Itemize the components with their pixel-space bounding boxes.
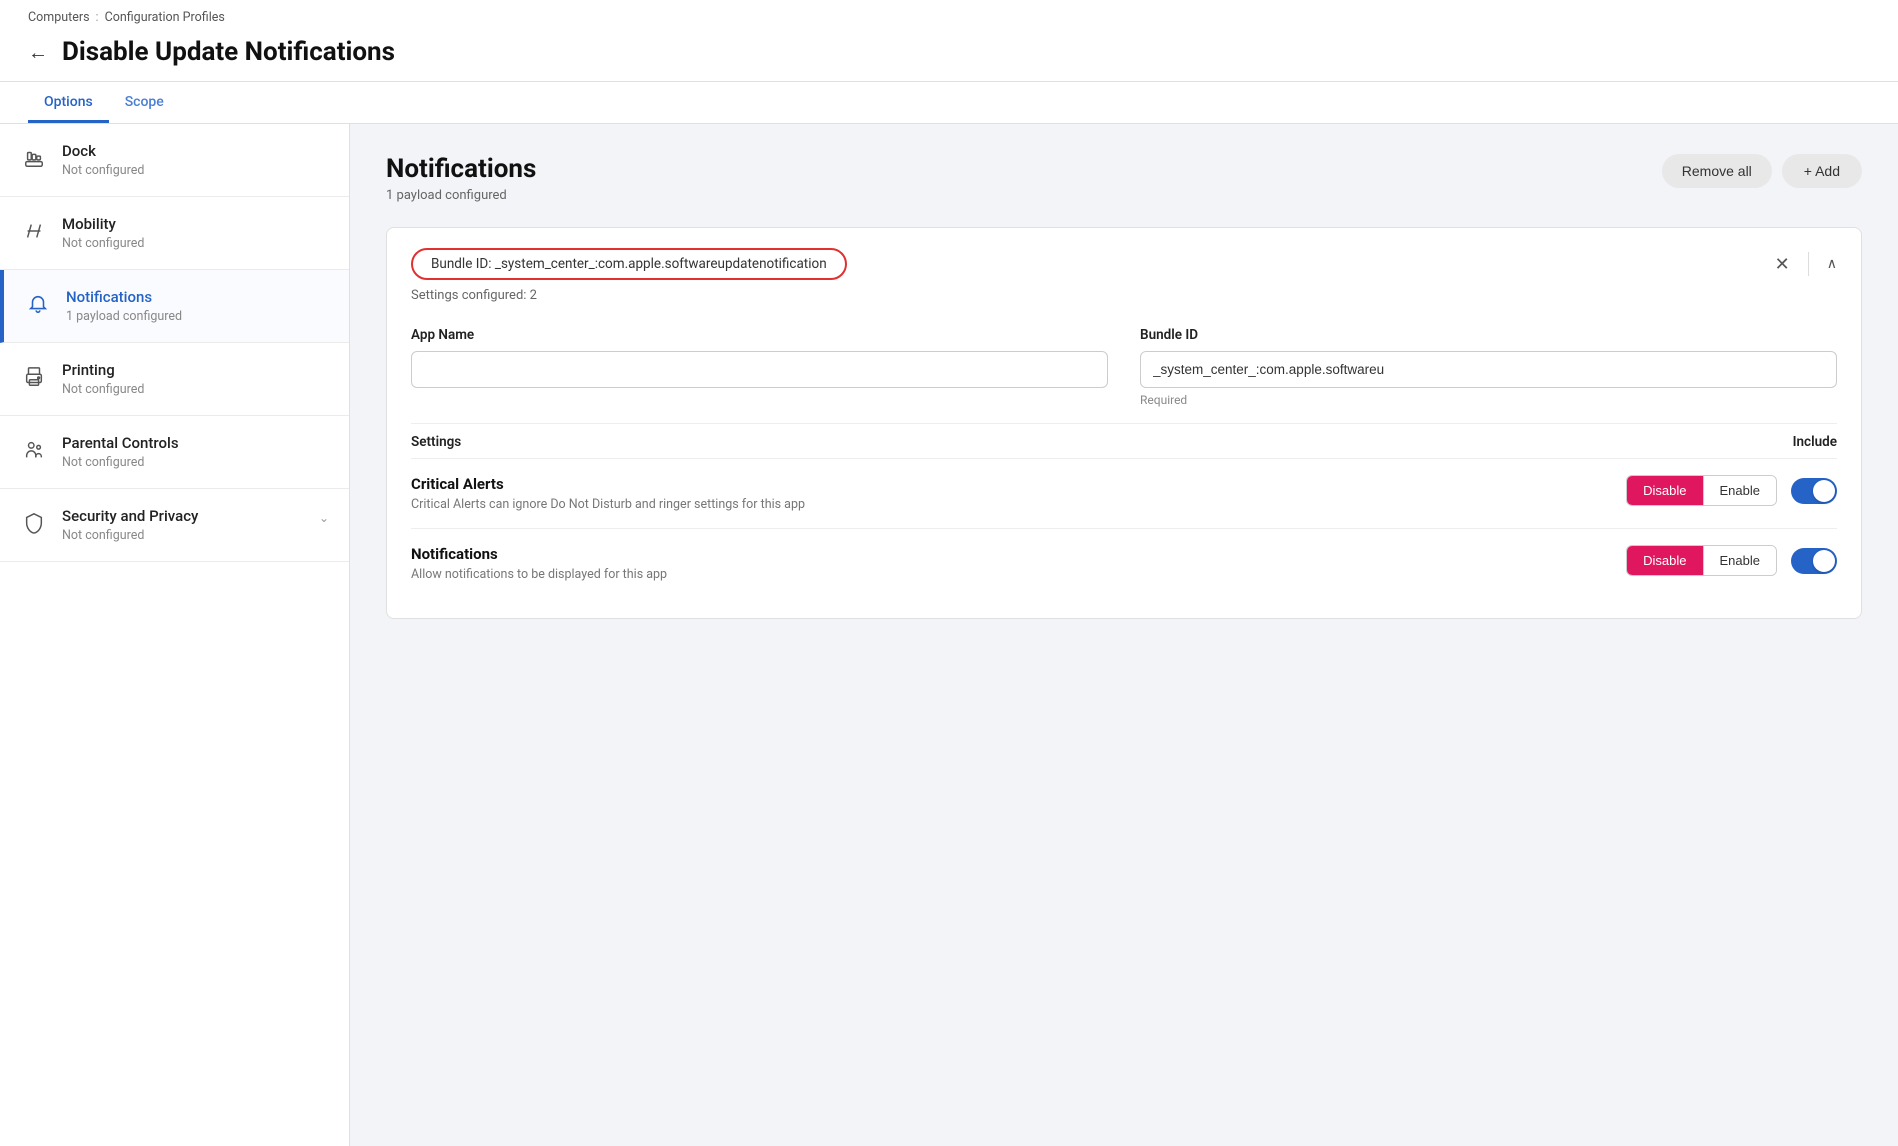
dock-icon [20, 144, 48, 172]
critical-alerts-enable-button[interactable]: Enable [1703, 476, 1776, 505]
settings-table-header: Settings Include [411, 423, 1837, 458]
dock-item-text: Dock Not configured [62, 142, 329, 178]
printing-title: Printing [62, 361, 329, 379]
form-row: App Name Bundle ID Required [411, 319, 1837, 407]
critical-alerts-title: Critical Alerts [411, 475, 1626, 493]
notifications-setting-row: Notifications Allow notifications to be … [411, 528, 1837, 598]
notifications-item-text: Notifications 1 payload configured [66, 288, 329, 324]
app-name-label: App Name [411, 327, 1108, 343]
notifications-enable-button[interactable]: Enable [1703, 546, 1776, 575]
header-actions: Remove all + Add [1662, 154, 1862, 188]
bundle-row: Bundle ID: _system_center_:com.apple.sof… [411, 248, 1837, 280]
notifications-setting-left: Notifications Allow notifications to be … [411, 545, 1626, 582]
critical-alerts-inner: Critical Alerts Critical Alerts can igno… [411, 475, 1837, 512]
printing-subtitle: Not configured [62, 382, 329, 397]
remove-all-button[interactable]: Remove all [1662, 154, 1772, 188]
critical-alerts-desc: Critical Alerts can ignore Do Not Distur… [411, 497, 1626, 512]
mobility-item-text: Mobility Not configured [62, 215, 329, 251]
chevron-down-icon: ⌄ [319, 511, 329, 525]
mobility-title: Mobility [62, 215, 329, 233]
sidebar-item-notifications[interactable]: Notifications 1 payload configured [0, 270, 349, 343]
section-title-block: Notifications 1 payload configured [386, 154, 536, 203]
notifications-disable-button[interactable]: Disable [1627, 546, 1702, 575]
security-icon [20, 509, 48, 537]
bundle-actions: ✕ ∧ [1775, 252, 1837, 276]
breadcrumb-config-profiles: Configuration Profiles [105, 10, 225, 25]
critical-alerts-right: Disable Enable [1626, 475, 1837, 506]
tab-scope[interactable]: Scope [109, 82, 180, 123]
parental-controls-subtitle: Not configured [62, 455, 329, 470]
sidebar: Dock Not configured Mobility Not configu… [0, 124, 350, 1146]
security-item-text: Security and Privacy Not configured [62, 507, 305, 543]
notifications-dis-en-group: Disable Enable [1626, 545, 1777, 576]
notifications-title: Notifications [66, 288, 329, 306]
printing-item-text: Printing Not configured [62, 361, 329, 397]
bundle-id-label: Bundle ID [1140, 327, 1837, 343]
close-icon[interactable]: ✕ [1775, 254, 1790, 275]
sidebar-item-parental-controls[interactable]: Parental Controls Not configured [0, 416, 349, 489]
dock-subtitle: Not configured [62, 163, 329, 178]
app-name-input[interactable] [411, 351, 1108, 388]
notifications-setting-inner: Notifications Allow notifications to be … [411, 545, 1837, 582]
parental-controls-title: Parental Controls [62, 434, 329, 452]
section-title: Notifications [386, 154, 536, 184]
breadcrumb-computers: Computers [28, 10, 90, 25]
notifications-subtitle: 1 payload configured [66, 309, 329, 324]
critical-alerts-dis-en-group: Disable Enable [1626, 475, 1777, 506]
header: Computers : Configuration Profiles ← Dis… [0, 0, 1898, 82]
mobility-icon [20, 217, 48, 245]
section-subtitle: 1 payload configured [386, 188, 536, 203]
tabs-bar: Options Scope [0, 82, 1898, 124]
notifications-setting-desc: Allow notifications to be displayed for … [411, 567, 1626, 582]
bundle-id-input[interactable] [1140, 351, 1837, 388]
dock-title: Dock [62, 142, 329, 160]
printing-icon [20, 363, 48, 391]
back-button[interactable]: ← [28, 42, 48, 62]
vertical-divider [1808, 252, 1809, 276]
payload-card: Bundle ID: _system_center_:com.apple.sof… [386, 227, 1862, 619]
tab-options[interactable]: Options [28, 82, 109, 123]
sidebar-item-dock[interactable]: Dock Not configured [0, 124, 349, 197]
bundle-id-pill[interactable]: Bundle ID: _system_center_:com.apple.sof… [411, 248, 847, 280]
critical-alerts-row: Critical Alerts Critical Alerts can igno… [411, 458, 1837, 528]
notifications-toggle[interactable] [1791, 548, 1837, 574]
sidebar-item-mobility[interactable]: Mobility Not configured [0, 197, 349, 270]
settings-count: Settings configured: 2 [411, 288, 1837, 303]
parental-controls-icon [20, 436, 48, 464]
security-subtitle: Not configured [62, 528, 305, 543]
security-title: Security and Privacy [62, 507, 305, 525]
main-layout: Dock Not configured Mobility Not configu… [0, 124, 1898, 1146]
toggle-knob [1813, 480, 1835, 502]
sidebar-item-printing[interactable]: Printing Not configured [0, 343, 349, 416]
chevron-up-icon[interactable]: ∧ [1827, 256, 1837, 272]
sidebar-item-security-privacy[interactable]: Security and Privacy Not configured ⌄ [0, 489, 349, 562]
breadcrumb: Computers : Configuration Profiles [28, 0, 1870, 31]
section-header: Notifications 1 payload configured Remov… [386, 154, 1862, 203]
critical-alerts-left: Critical Alerts Critical Alerts can igno… [411, 475, 1626, 512]
settings-col-label: Settings [411, 434, 461, 450]
notifications-setting-right: Disable Enable [1626, 545, 1837, 576]
parental-controls-item-text: Parental Controls Not configured [62, 434, 329, 470]
mobility-subtitle: Not configured [62, 236, 329, 251]
critical-alerts-disable-button[interactable]: Disable [1627, 476, 1702, 505]
notifications-icon [24, 290, 52, 318]
include-col-label: Include [1793, 434, 1837, 450]
bundle-id-group: Bundle ID Required [1140, 327, 1837, 407]
notifications-toggle-knob [1813, 550, 1835, 572]
breadcrumb-separator: : [96, 10, 99, 25]
critical-alerts-toggle[interactable] [1791, 478, 1837, 504]
content-area: Notifications 1 payload configured Remov… [350, 124, 1898, 1146]
title-row: ← Disable Update Notifications [28, 31, 1870, 81]
page-title: Disable Update Notifications [62, 37, 395, 67]
app-name-group: App Name [411, 327, 1108, 407]
add-button[interactable]: + Add [1782, 154, 1862, 188]
required-text: Required [1140, 393, 1837, 407]
notifications-setting-title: Notifications [411, 545, 1626, 563]
